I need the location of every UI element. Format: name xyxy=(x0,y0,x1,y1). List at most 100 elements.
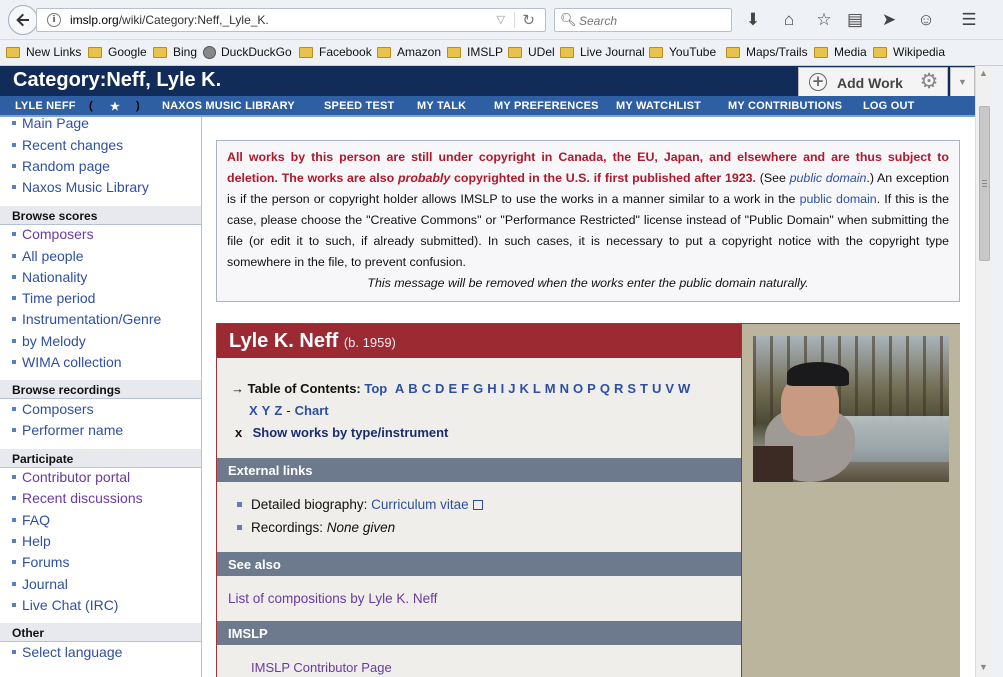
bookmark-amazon[interactable]: Amazon xyxy=(377,45,441,59)
tab-log-out[interactable]: LOG OUT xyxy=(863,100,915,112)
bookmark-media[interactable]: Media xyxy=(814,45,867,59)
bullet-icon xyxy=(12,164,16,169)
bookmark-duckduckgo[interactable]: DuckDuckGo xyxy=(203,45,292,59)
sidebar-item-faq[interactable]: FAQ xyxy=(12,512,50,528)
sidebar-item-random-page[interactable]: Random page xyxy=(12,158,110,174)
scroll-down-icon[interactable]: ▼ xyxy=(979,662,988,672)
toc-letter-link[interactable]: I xyxy=(501,381,505,396)
public-domain-link-2[interactable]: public domain xyxy=(800,192,877,206)
toc-letter-link[interactable]: V xyxy=(665,381,674,396)
bookmark-imslp[interactable]: IMSLP xyxy=(447,45,503,59)
public-domain-link[interactable]: public domain xyxy=(790,171,867,185)
sidebar-item-nationality[interactable]: Nationality xyxy=(12,269,87,285)
sidebar-item-composers[interactable]: Composers xyxy=(12,226,94,242)
sidebar-item-wima[interactable]: WIMA collection xyxy=(12,354,122,370)
sidebar-item-live-chat[interactable]: Live Chat (IRC) xyxy=(12,597,118,613)
bookmark-youtube[interactable]: YouTube xyxy=(649,45,716,59)
toc-top-link[interactable]: Top xyxy=(364,381,387,396)
sidebar-item-journal[interactable]: Journal xyxy=(12,576,68,592)
bookmark-new-links[interactable]: New Links xyxy=(6,45,81,59)
tab-my-talk[interactable]: MY TALK xyxy=(417,100,466,112)
info-icon[interactable]: i xyxy=(47,13,61,27)
toc-letter-link[interactable]: T xyxy=(640,381,648,396)
toc-letter-link[interactable]: X xyxy=(249,403,258,418)
toc-letter-link[interactable]: W xyxy=(678,381,690,396)
bookmark-udel[interactable]: UDel xyxy=(508,45,555,59)
toc-letter-link[interactable]: E xyxy=(448,381,457,396)
smiley-icon[interactable]: ☺ xyxy=(915,9,937,31)
download-icon[interactable]: ⬇ xyxy=(742,9,764,31)
home-icon[interactable]: ⌂ xyxy=(778,9,800,31)
scroll-thumb[interactable] xyxy=(979,106,990,261)
toc-letter-link[interactable]: L xyxy=(533,381,541,396)
toc-letter-link[interactable]: J xyxy=(508,381,515,396)
sidebar-item-forums[interactable]: Forums xyxy=(12,554,69,570)
bookmark-bing[interactable]: Bing xyxy=(153,45,197,59)
toc-letter-link[interactable]: K xyxy=(519,381,528,396)
toc-letter-link[interactable]: Q xyxy=(600,381,610,396)
sidebar-item-help[interactable]: Help xyxy=(12,533,51,549)
watch-star-icon[interactable]: ★ xyxy=(110,100,120,113)
url-text[interactable]: imslp.org/wiki/Category:Neff,_Lyle_K. xyxy=(70,13,269,27)
tab-lyle-neff[interactable]: LYLE NEFF xyxy=(15,100,76,112)
bookmark-maps-trails[interactable]: Maps/Trails xyxy=(726,45,808,59)
toc-letter-link[interactable]: G xyxy=(473,381,483,396)
sidebar-item-recent-discussions[interactable]: Recent discussions xyxy=(12,490,143,506)
tab-my-preferences[interactable]: MY PREFERENCES xyxy=(494,100,599,112)
star-icon[interactable]: ☆ xyxy=(813,9,835,31)
url-dropdown-icon[interactable]: ▽ xyxy=(497,13,505,26)
toc-letter-link[interactable]: O xyxy=(573,381,583,396)
toc-letter-link[interactable]: F xyxy=(461,381,469,396)
sidebar-item-naxos[interactable]: Naxos Music Library xyxy=(12,179,149,195)
sidebar-item-by-melody[interactable]: by Melody xyxy=(12,333,86,349)
tab-naxos[interactable]: NAXOS MUSIC LIBRARY xyxy=(162,100,295,112)
menu-icon[interactable]: ☰ xyxy=(958,9,980,31)
gear-icon[interactable]: ⚙ xyxy=(912,70,946,96)
sidebar-item-time-period[interactable]: Time period xyxy=(12,290,95,306)
toc-letter-link[interactable]: N xyxy=(560,381,569,396)
send-icon[interactable]: ➤ xyxy=(878,9,900,31)
url-bar[interactable]: i imslp.org/wiki/Category:Neff,_Lyle_K. … xyxy=(36,8,546,32)
sidebar-item-rec-composers[interactable]: Composers xyxy=(12,401,94,417)
toc-letter-link[interactable]: U xyxy=(652,381,661,396)
sidebar-item-instrumentation[interactable]: Instrumentation/Genre xyxy=(12,311,161,327)
tab-my-contributions[interactable]: MY CONTRIBUTIONS xyxy=(728,100,842,112)
reading-list-icon[interactable]: ▤ xyxy=(844,9,866,31)
toc-letter-link[interactable]: D xyxy=(435,381,444,396)
sidebar-item-select-language[interactable]: Select language xyxy=(12,644,122,660)
toc-letter-link[interactable]: H xyxy=(487,381,496,396)
curriculum-vitae-link[interactable]: Curriculum vitae xyxy=(371,497,469,512)
contributor-page-link[interactable]: IMSLP Contributor Page xyxy=(251,660,392,675)
reload-icon[interactable]: ↻ xyxy=(522,11,535,29)
bullet-icon xyxy=(12,496,16,501)
toc-letter-link[interactable]: B xyxy=(408,381,417,396)
toc-letter-link[interactable]: Y xyxy=(262,403,271,418)
scroll-up-icon[interactable]: ▲ xyxy=(979,68,988,78)
show-works-toggle-icon[interactable]: x xyxy=(235,422,249,444)
toc-letter-link[interactable]: P xyxy=(587,381,596,396)
toc-letter-link[interactable]: Z xyxy=(274,403,282,418)
bookmark-google[interactable]: Google xyxy=(88,45,147,59)
sidebar-item-performer-name[interactable]: Performer name xyxy=(12,422,123,438)
toc-letter-link[interactable]: C xyxy=(422,381,431,396)
search-input[interactable]: 🔍︎ Search xyxy=(554,8,732,32)
sidebar-item-recent-changes[interactable]: Recent changes xyxy=(12,137,123,153)
compositions-list-link[interactable]: List of compositions by Lyle K. Neff xyxy=(228,591,437,606)
toc-letter-link[interactable]: R xyxy=(614,381,623,396)
toc-chart-link[interactable]: Chart xyxy=(295,403,329,418)
back-button[interactable] xyxy=(8,5,38,35)
sidebar-item-contributor-portal[interactable]: Contributor portal xyxy=(12,469,130,485)
bookmark-live-journal[interactable]: Live Journal xyxy=(560,45,645,59)
tab-speed-test[interactable]: SPEED TEST xyxy=(324,100,394,112)
bookmark-wikipedia[interactable]: Wikipedia xyxy=(873,45,945,59)
scrollbar[interactable]: ▲ ▼ xyxy=(975,66,992,677)
tab-my-watchlist[interactable]: MY WATCHLIST xyxy=(616,100,701,112)
chevron-down-icon[interactable]: ▼ xyxy=(950,67,975,96)
toc-letter-link[interactable]: S xyxy=(627,381,636,396)
sidebar-item-all-people[interactable]: All people xyxy=(12,248,84,264)
toc-letter-link[interactable]: M xyxy=(545,381,556,396)
toc-letter-link[interactable]: A xyxy=(395,381,404,396)
sidebar-item-main-page[interactable]: Main Page xyxy=(12,117,89,131)
bookmark-facebook[interactable]: Facebook xyxy=(299,45,372,59)
show-works-link[interactable]: Show works by type/instrument xyxy=(253,425,449,440)
